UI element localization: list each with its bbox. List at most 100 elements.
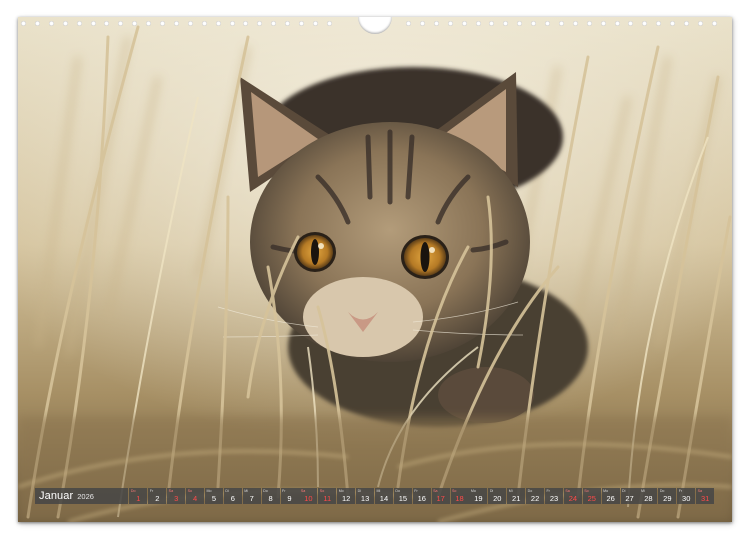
binding-hole: [76, 21, 82, 26]
weekday-label: Mo: [470, 488, 476, 493]
day-cells: Do 1 Fr 2 Sa 3 So 4 Mo 5 Di 6 Mi 7 Do 8 Fr 9 Sa 10 So 11 Mo 12 D…: [129, 488, 715, 504]
binding-hole: [642, 21, 648, 26]
day-number: 22: [530, 493, 540, 503]
day-cell: Do 15: [393, 488, 412, 504]
day-cell: Mo 5: [204, 488, 223, 504]
weekday-label: Do: [659, 488, 665, 493]
binding-hole: [475, 21, 481, 26]
weekday-label: Fr: [149, 488, 154, 493]
weekday-label: Sa: [300, 488, 306, 493]
day-number: 29: [663, 493, 672, 503]
day-number: 12: [342, 493, 351, 503]
binding-hole: [684, 21, 689, 26]
day-cell: Fr 16: [412, 488, 431, 504]
binding-hole: [531, 21, 537, 26]
day-cell: So 18: [450, 488, 469, 504]
day-number: 19: [474, 493, 483, 503]
binding-hole: [285, 21, 291, 26]
binding-hole: [419, 21, 425, 26]
day-cell: Fr 23: [544, 488, 563, 504]
binding-hole: [586, 21, 592, 26]
day-number: 14: [379, 493, 389, 503]
weekday-label: Sa: [168, 488, 174, 493]
binding-hole: [229, 21, 235, 26]
binding-hole: [600, 21, 606, 26]
weekday-label: Fr: [678, 488, 683, 493]
day-cell: Mi 21: [507, 488, 526, 504]
day-cell: Sa 24: [563, 488, 582, 504]
day-number: 18: [455, 493, 464, 503]
day-cell: Mi 14: [374, 488, 393, 504]
weekday-label: So: [187, 488, 192, 493]
day-number: 6: [230, 493, 235, 503]
day-cell: Mi 28: [639, 488, 658, 504]
day-cell: Do 8: [261, 488, 280, 504]
binding-hole: [461, 21, 467, 26]
weekday-label: So: [452, 488, 457, 493]
day-cell: Di 13: [356, 488, 375, 504]
calendar-page: Januar 2026 Do 1 Fr 2 Sa 3 So 4 Mo 5 Di 6 Mi 7 Do 8 Fr 9 S…: [18, 17, 732, 522]
binding-hole: [118, 21, 124, 26]
binding-hole: [104, 21, 110, 26]
day-number: 11: [323, 493, 332, 503]
month-name: Januar: [39, 490, 74, 502]
day-number: 28: [644, 493, 653, 503]
day-number: 17: [436, 493, 445, 503]
day-cell: Sa 17: [431, 488, 450, 504]
day-number: 10: [304, 493, 313, 503]
day-cell: Mo 26: [601, 488, 620, 504]
binding-hole: [545, 21, 550, 26]
binding-hole: [711, 21, 717, 26]
day-cell: Do 1: [129, 488, 148, 504]
binding-hole: [146, 21, 152, 26]
binding-hole: [299, 21, 304, 26]
binding-hole: [90, 21, 96, 26]
day-cell: Fr 2: [148, 488, 167, 504]
weekday-label: Mi: [508, 488, 513, 493]
weekday-label: Di: [357, 488, 361, 493]
calendar-strip: Januar 2026 Do 1 Fr 2 Sa 3 So 4 Mo 5 Di 6 Mi 7 Do 8 Fr 9 S…: [35, 488, 715, 504]
spiral-binding: [18, 17, 732, 35]
day-cell: Mi 7: [242, 488, 261, 504]
binding-hole: [215, 21, 221, 26]
month-year: 2026: [77, 491, 94, 501]
day-number: 8: [268, 493, 273, 503]
binding-hole: [271, 21, 277, 26]
binding-hole: [517, 21, 523, 26]
weekday-label: Sa: [565, 488, 570, 493]
weekday-label: Di: [622, 488, 626, 493]
day-number: 2: [155, 493, 160, 503]
weekday-label: Mi: [640, 488, 645, 493]
weekday-label: Sa: [697, 488, 703, 493]
day-number: 5: [211, 493, 217, 503]
binding-hole: [326, 21, 332, 26]
day-cell: So 25: [582, 488, 601, 504]
weekday-label: Di: [225, 488, 229, 493]
day-number: 15: [398, 493, 408, 503]
day-number: 21: [512, 493, 521, 503]
day-number: 24: [568, 493, 578, 503]
binding-hole: [628, 21, 634, 26]
binding-hole: [257, 21, 263, 26]
weekday-label: Mi: [376, 488, 381, 493]
day-number: 1: [136, 493, 141, 503]
weekday-label: Sa: [433, 488, 438, 493]
day-cell: Sa 3: [167, 488, 186, 504]
day-number: 30: [682, 493, 691, 503]
day-cell: Do 29: [658, 488, 677, 504]
weekday-label: Do: [130, 488, 136, 493]
day-number: 26: [606, 493, 615, 503]
kitten-photo: [18, 17, 732, 522]
day-number: 23: [549, 493, 559, 503]
binding-hole: [489, 21, 495, 26]
day-number: 7: [249, 493, 254, 503]
weekday-label: Mi: [244, 488, 249, 493]
binding-hole: [201, 21, 207, 26]
day-cell: Fr 30: [677, 488, 696, 504]
weekday-label: Fr: [414, 488, 418, 493]
binding-hole: [173, 21, 179, 26]
day-cell: Di 20: [488, 488, 507, 504]
binding-hole: [187, 21, 193, 26]
binding-hole: [447, 21, 453, 26]
day-number: 20: [493, 493, 502, 503]
